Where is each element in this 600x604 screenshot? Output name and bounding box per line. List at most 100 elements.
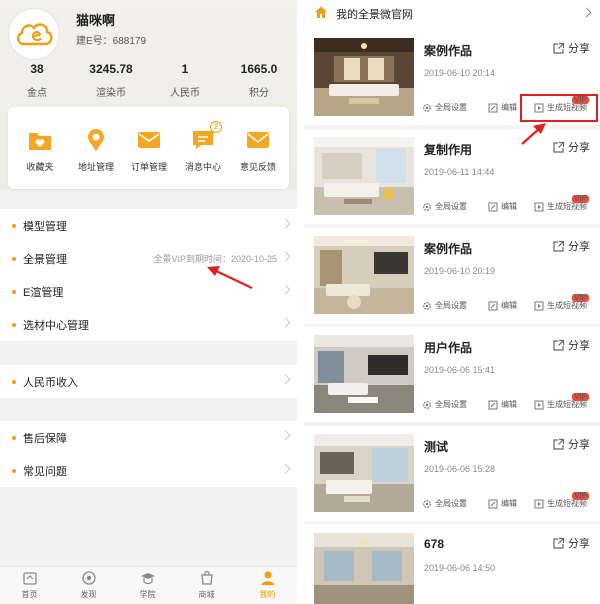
work-thumbnail[interactable] (314, 38, 414, 116)
menu-label: 常见问题 (23, 465, 67, 478)
tab-label: 首页 (21, 590, 38, 599)
global-settings-button[interactable]: 全局设置 (422, 300, 467, 311)
work-thumbnail[interactable] (314, 137, 414, 215)
bullet-dot (12, 289, 16, 294)
generate-video-button[interactable]: 生成短视频 VIP (534, 195, 589, 212)
menu-item-e-render[interactable]: E渲管理 (0, 275, 297, 308)
tab-academy[interactable]: 学院 (118, 570, 177, 600)
global-settings-button[interactable]: 全局设置 (422, 201, 467, 212)
generate-video-button[interactable]: 生成短视频 VIP (534, 393, 589, 410)
share-label: 分享 (568, 340, 590, 352)
work-thumbnail[interactable] (314, 335, 414, 413)
academy-icon (140, 570, 156, 586)
menu-item-panorama[interactable]: 全景管理 全景VIP到期时间：2020-10-25 (0, 242, 297, 275)
global-settings-button[interactable]: 全局设置 (422, 102, 467, 113)
edit-button[interactable]: 编辑 (488, 201, 517, 212)
cloud-e-avatar-icon (16, 23, 53, 46)
share-button[interactable]: 分享 (552, 535, 590, 551)
share-button[interactable]: 分享 (552, 238, 590, 254)
shortcut-label: 订单管理 (130, 162, 167, 172)
work-actions: 全局设置 编辑 生成短视频 VIP (422, 492, 597, 512)
annotation-highlight-box (520, 94, 598, 122)
work-card[interactable]: 测试 2019-06-06 15:28 分享 全局设置 编辑 生成短视频 VIP (304, 426, 600, 521)
share-label: 分享 (568, 439, 590, 451)
vip-badge: VIP (572, 293, 589, 302)
tab-home[interactable]: 首页 (0, 570, 59, 600)
work-date: 2019-06-11 14:44 (424, 167, 495, 177)
menu-group-income: 人民币收入 (0, 365, 297, 398)
chevron-right-icon (280, 284, 291, 295)
global-settings-button[interactable]: 全局设置 (422, 399, 467, 410)
work-card[interactable]: 案例作品 2019-06-10 20:19 分享 全局设置 编辑 生成短视频 V… (304, 228, 600, 323)
share-button[interactable]: 分享 (552, 139, 590, 155)
shortcut-label: 意见反馈 (239, 162, 276, 172)
share-button[interactable]: 分享 (552, 337, 590, 353)
generate-video-button[interactable]: 生成短视频 VIP (534, 294, 589, 311)
vip-badge: VIP (572, 491, 589, 500)
edit-button[interactable]: 编辑 (488, 498, 517, 509)
work-thumbnail[interactable] (314, 236, 414, 314)
menu-label: E渲管理 (23, 286, 64, 299)
bullet-dot (12, 379, 16, 384)
shortcut-feedback[interactable]: 意见反馈 (230, 127, 286, 173)
stat-value: 3245.78 (89, 62, 133, 76)
work-title: 案例作品 (424, 44, 473, 58)
work-title: 用户作品 (424, 341, 473, 355)
edit-button[interactable]: 编辑 (488, 399, 517, 410)
shortcut-address[interactable]: 地址管理 (68, 127, 124, 173)
menu-label: 全景管理 (23, 253, 67, 266)
stat-points[interactable]: 1665.0 积分 (222, 62, 296, 99)
tab-shop[interactable]: 商城 (177, 570, 236, 600)
shortcut-messages[interactable]: 2 消息中心 (175, 121, 231, 173)
share-button[interactable]: 分享 (552, 436, 590, 452)
room-thumbnail-image (314, 137, 414, 215)
stat-render-coin[interactable]: 3245.78 渲染币 (74, 62, 148, 99)
work-title: 复制作用 (424, 143, 473, 157)
edit-icon (488, 301, 498, 310)
work-card[interactable]: 复制作用 2019-06-11 14:44 分享 全局设置 编辑 生成短视频 V… (304, 129, 600, 224)
stat-label: 人民币 (170, 88, 200, 99)
shortcut-orders[interactable]: 订单管理 (121, 127, 177, 173)
folder-heart-icon (27, 127, 53, 153)
work-thumbnail[interactable] (314, 533, 414, 604)
action-label: 全局设置 (435, 301, 467, 310)
header-bar[interactable]: 我的全景微官网 (304, 0, 600, 26)
chevron-right-icon (280, 317, 291, 328)
share-label: 分享 (568, 43, 590, 55)
tab-mine[interactable]: 我的 (238, 570, 297, 600)
edit-button[interactable]: 编辑 (488, 300, 517, 311)
vip-expiry-note: 全景VIP到期时间：2020-10-25 (153, 254, 277, 264)
shop-icon (199, 570, 215, 586)
tab-discover[interactable]: 发现 (59, 570, 118, 600)
menu-item-materials[interactable]: 选材中心管理 (0, 308, 297, 341)
menu-item-faq[interactable]: 常见问题 (0, 454, 297, 487)
envelope-icon (136, 127, 162, 153)
edit-icon (488, 103, 498, 112)
page-title: 我的全景微官网 (336, 9, 413, 21)
share-button[interactable]: 分享 (552, 40, 590, 56)
gear-icon (423, 499, 431, 508)
edit-button[interactable]: 编辑 (488, 102, 517, 113)
work-title: 678 (424, 537, 445, 551)
work-card[interactable]: 678 2019-06-06 14:50 分享 (304, 525, 600, 604)
global-settings-button[interactable]: 全局设置 (422, 498, 467, 509)
chevron-right-icon (280, 218, 291, 229)
work-card[interactable]: 用户作品 2019-06-06 15:41 分享 全局设置 编辑 生成短视频 V… (304, 327, 600, 422)
menu-label: 售后保障 (23, 432, 67, 445)
work-title: 测试 (424, 440, 449, 454)
room-thumbnail-image (314, 533, 414, 604)
room-thumbnail-image (314, 335, 414, 413)
avatar[interactable] (8, 8, 60, 60)
stat-rmb[interactable]: 1 人民币 (148, 62, 222, 99)
work-thumbnail[interactable] (314, 434, 414, 512)
generate-video-button[interactable]: 生成短视频 VIP (534, 492, 589, 509)
message-icon: 2 (190, 121, 222, 153)
work-date: 2019-06-10 20:14 (424, 68, 496, 78)
action-label: 全局设置 (435, 202, 467, 211)
menu-item-after-sales[interactable]: 售后保障 (0, 421, 297, 454)
menu-item-models[interactable]: 模型管理 (0, 209, 297, 242)
menu-item-rmb-income[interactable]: 人民币收入 (0, 365, 297, 398)
stat-gold[interactable]: 38 金点 (0, 62, 74, 99)
chevron-right-icon (280, 463, 291, 474)
shortcut-favorites[interactable]: 收藏夹 (12, 127, 68, 173)
